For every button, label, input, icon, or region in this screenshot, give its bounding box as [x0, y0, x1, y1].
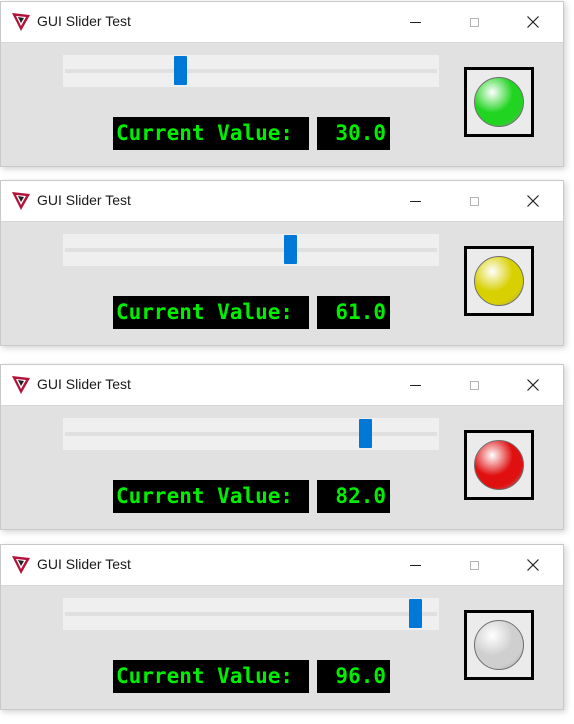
- minimize-icon: [409, 384, 421, 386]
- status-lamp-red: [474, 440, 524, 490]
- window-title: GUI Slider Test: [37, 192, 131, 208]
- value-readout: 61.0: [317, 296, 390, 329]
- status-lamp-frame: [464, 610, 534, 680]
- close-button[interactable]: [510, 365, 556, 405]
- title-bar[interactable]: GUI Slider Test: [1, 365, 563, 405]
- window-stack: GUI Slider Test Current Value: 30.0 GUI …: [0, 0, 574, 724]
- value-label: Current Value:: [113, 660, 309, 693]
- slider-window-2: GUI Slider Test Current Value: 61.0: [0, 180, 564, 346]
- slider-track[interactable]: [65, 432, 437, 436]
- minimize-icon: [409, 21, 421, 23]
- app-logo-icon: [12, 376, 30, 394]
- close-icon: [527, 195, 539, 207]
- value-label: Current Value:: [113, 296, 309, 329]
- minimize-button[interactable]: [392, 2, 438, 42]
- status-lamp-frame: [464, 67, 534, 137]
- minimize-icon: [409, 564, 421, 566]
- close-button[interactable]: [510, 2, 556, 42]
- value-readout: 82.0: [317, 480, 390, 513]
- value-label: Current Value:: [113, 480, 309, 513]
- close-icon: [527, 559, 539, 571]
- value-slider[interactable]: [63, 418, 439, 450]
- maximize-icon: [469, 196, 479, 206]
- window-title: GUI Slider Test: [37, 376, 131, 392]
- status-lamp-green: [474, 77, 524, 127]
- slider-thumb[interactable]: [284, 235, 298, 264]
- client-area: Current Value: 30.0: [1, 42, 563, 166]
- status-lamp-frame: [464, 430, 534, 500]
- close-button[interactable]: [510, 181, 556, 221]
- maximize-button: [451, 2, 497, 42]
- maximize-button: [451, 365, 497, 405]
- slider-thumb[interactable]: [173, 56, 187, 85]
- title-bar[interactable]: GUI Slider Test: [1, 181, 563, 221]
- maximize-icon: [469, 560, 479, 570]
- minimize-button[interactable]: [392, 365, 438, 405]
- window-title: GUI Slider Test: [37, 13, 131, 29]
- client-area: Current Value: 96.0: [1, 585, 563, 709]
- status-lamp-yellow: [474, 256, 524, 306]
- slider-track[interactable]: [65, 612, 437, 616]
- slider-window-3: GUI Slider Test Current Value: 82.0: [0, 364, 564, 530]
- window-title: GUI Slider Test: [37, 556, 131, 572]
- slider-track[interactable]: [65, 69, 437, 73]
- close-icon: [527, 379, 539, 391]
- value-slider[interactable]: [63, 55, 439, 87]
- value-readout: 96.0: [317, 660, 390, 693]
- app-logo-icon: [12, 13, 30, 31]
- close-button[interactable]: [510, 545, 556, 585]
- slider-track[interactable]: [65, 248, 437, 252]
- slider-window-1: GUI Slider Test Current Value: 30.0: [0, 1, 564, 167]
- title-bar[interactable]: GUI Slider Test: [1, 2, 563, 42]
- title-bar[interactable]: GUI Slider Test: [1, 545, 563, 585]
- value-slider[interactable]: [63, 234, 439, 266]
- app-logo-icon: [12, 192, 30, 210]
- value-slider[interactable]: [63, 598, 439, 630]
- client-area: Current Value: 82.0: [1, 405, 563, 529]
- maximize-icon: [469, 380, 479, 390]
- slider-thumb[interactable]: [408, 599, 422, 628]
- minimize-button[interactable]: [392, 545, 438, 585]
- app-logo-icon: [12, 556, 30, 574]
- slider-window-4: GUI Slider Test Current Value: 96.0: [0, 544, 564, 710]
- slider-thumb[interactable]: [358, 419, 372, 448]
- value-label: Current Value:: [113, 117, 309, 150]
- minimize-icon: [409, 200, 421, 202]
- maximize-button: [451, 181, 497, 221]
- value-readout: 30.0: [317, 117, 390, 150]
- maximize-icon: [469, 17, 479, 27]
- status-lamp-frame: [464, 246, 534, 316]
- maximize-button: [451, 545, 497, 585]
- close-icon: [527, 16, 539, 28]
- minimize-button[interactable]: [392, 181, 438, 221]
- status-lamp-gray: [474, 620, 524, 670]
- client-area: Current Value: 61.0: [1, 221, 563, 345]
